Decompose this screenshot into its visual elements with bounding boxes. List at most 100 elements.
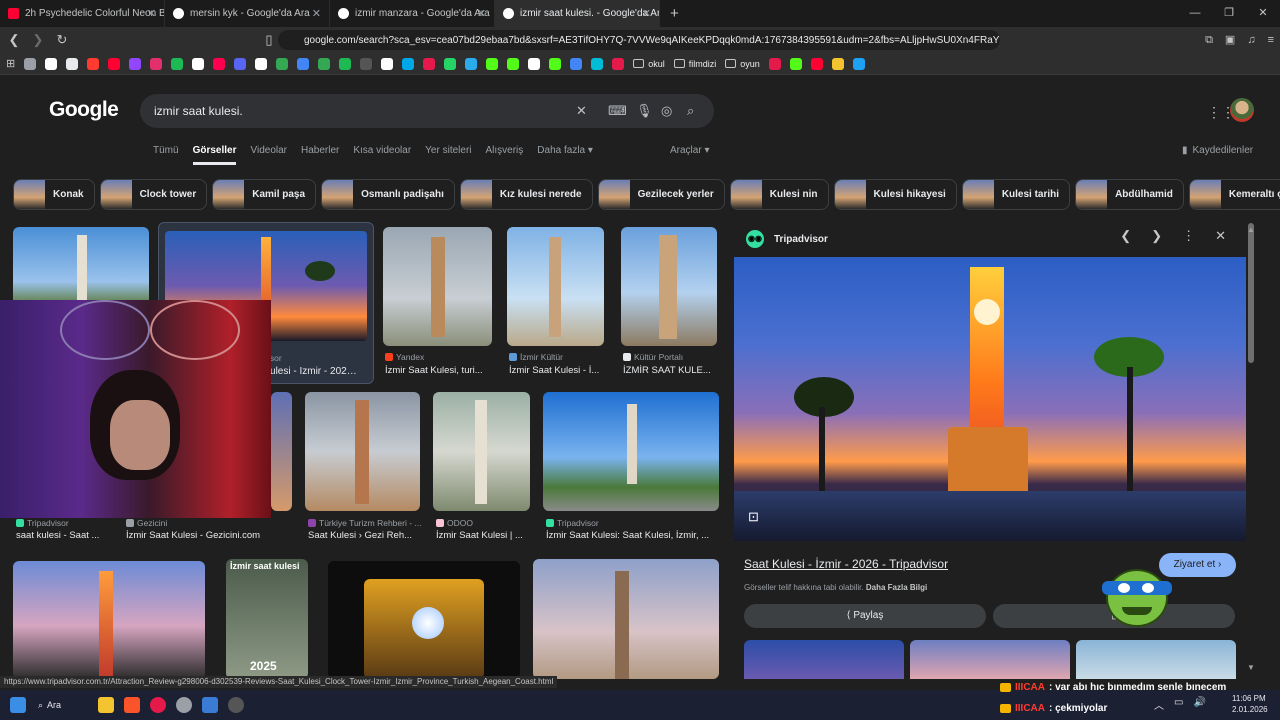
app-icon[interactable] xyxy=(202,697,218,713)
result-image[interactable] xyxy=(621,227,717,346)
bookmark-icon[interactable] xyxy=(789,57,802,70)
bookmark-icon[interactable] xyxy=(255,57,268,70)
search-tab[interactable]: Haberler xyxy=(301,145,339,165)
windows-start-icon[interactable] xyxy=(10,697,26,713)
bookmark-icon[interactable] xyxy=(486,57,499,70)
preview-image[interactable]: ⊡ xyxy=(734,257,1246,541)
bookmark-icon[interactable] xyxy=(831,57,844,70)
search-icon[interactable]: ⌕ xyxy=(687,94,694,128)
media-icon[interactable]: ♫ xyxy=(1247,27,1255,53)
tools-button[interactable]: Araçlar ▾ xyxy=(670,145,709,156)
bookmark-icon[interactable] xyxy=(549,57,562,70)
browser-tab[interactable]: mersin kyk - Google'da Ara ✕ xyxy=(165,0,330,27)
related-image[interactable] xyxy=(744,640,904,679)
bookmark-icon[interactable] xyxy=(465,57,478,70)
result-image[interactable] xyxy=(305,392,420,511)
close-icon[interactable]: ✕ xyxy=(1215,228,1226,244)
search-box[interactable]: izmir saat kulesi. ✕ ⌨ 🎙 ◎ ⌕ xyxy=(140,94,714,128)
refinement-chip[interactable]: Osmanlı padişahı xyxy=(321,179,455,210)
sidebar-icon[interactable]: ▣ xyxy=(1225,27,1235,53)
related-image[interactable] xyxy=(910,640,1070,679)
media-player-icon[interactable] xyxy=(150,697,166,713)
file-explorer-icon[interactable] xyxy=(98,697,114,713)
refinement-chip[interactable]: Kulesi tarihi xyxy=(961,179,1071,210)
bookmark-icon[interactable] xyxy=(528,57,541,70)
bookmark-icon[interactable] xyxy=(24,57,37,70)
result-image[interactable] xyxy=(507,227,604,346)
bookmark-icon[interactable] xyxy=(852,57,865,70)
result-image[interactable] xyxy=(383,227,492,346)
close-tab-icon[interactable]: ✕ xyxy=(642,7,651,20)
avatar[interactable] xyxy=(1230,98,1254,122)
maximize-icon[interactable]: ❐ xyxy=(1212,0,1246,27)
minimize-icon[interactable]: — xyxy=(1178,0,1212,27)
close-tab-icon[interactable]: ✕ xyxy=(477,7,486,20)
bookmark-icon[interactable] xyxy=(108,57,121,70)
result-image[interactable]: İzmir saat kulesi 2025 xyxy=(226,559,308,679)
chevron-up-icon[interactable]: ︿ xyxy=(1154,697,1164,712)
clear-icon[interactable]: ✕ xyxy=(576,94,587,128)
browser-tab-active[interactable]: izmir saat kulesi. - Google'da Ara ✕ xyxy=(495,0,660,27)
bookmark-icon[interactable]: ▯ xyxy=(259,32,279,48)
result-image[interactable] xyxy=(533,559,719,679)
result-image[interactable] xyxy=(13,561,205,679)
mic-icon[interactable]: 🎙 xyxy=(636,94,653,128)
volume-icon[interactable]: 🔊 xyxy=(1193,697,1205,712)
refinement-chip[interactable]: Kulesi hikayesi xyxy=(833,179,957,210)
close-tab-icon[interactable]: ✕ xyxy=(312,7,321,20)
result-image[interactable] xyxy=(328,561,520,679)
bookmark-icon[interactable] xyxy=(381,57,394,70)
result-image[interactable] xyxy=(433,392,530,511)
bookmark-icon[interactable] xyxy=(66,57,79,70)
bookmark-folder[interactable]: okul xyxy=(633,59,665,69)
search-tab[interactable]: Görseller xyxy=(192,145,237,165)
bookmark-folder[interactable]: oyun xyxy=(725,59,760,69)
lens-icon[interactable]: ◎ xyxy=(661,94,672,128)
bookmark-icon[interactable] xyxy=(423,57,436,70)
bookmark-icon[interactable] xyxy=(507,57,520,70)
close-tab-icon[interactable]: ✕ xyxy=(147,7,156,20)
back-icon[interactable]: ❮ xyxy=(4,32,24,48)
bookmark-icon[interactable] xyxy=(570,57,583,70)
refinement-chip[interactable]: Kulesi nin xyxy=(729,179,829,210)
browser-tab[interactable]: 2h Psychedelic Colorful Neon Backgr✕ xyxy=(0,0,165,27)
forward-icon[interactable]: ❯ xyxy=(28,32,48,48)
keyboard-icon[interactable]: ⌨ xyxy=(608,94,627,128)
bookmark-icon[interactable] xyxy=(444,57,457,70)
bookmark-icon[interactable] xyxy=(171,57,184,70)
scroll-up-icon[interactable]: ▲ xyxy=(1247,225,1255,234)
saved-button[interactable]: ▮ Kaydedilenler xyxy=(1182,145,1253,156)
bookmark-icon[interactable] xyxy=(213,57,226,70)
bookmark-icon[interactable] xyxy=(45,57,58,70)
obs-icon[interactable] xyxy=(228,697,244,713)
share-button[interactable]: ⟨ Paylaş xyxy=(744,604,986,628)
new-tab-button[interactable]: + xyxy=(670,5,679,22)
result-image[interactable] xyxy=(543,392,719,511)
bookmark-icon[interactable] xyxy=(297,57,310,70)
search-tab[interactable]: Tümü xyxy=(153,145,179,165)
search-tab[interactable]: Daha fazla ▾ xyxy=(537,145,593,165)
bookmark-icon[interactable] xyxy=(129,57,142,70)
brave-icon[interactable] xyxy=(124,697,140,713)
taskbar-search[interactable]: ⌕ Ara xyxy=(38,700,88,711)
bookmark-icon[interactable] xyxy=(318,57,331,70)
lens-icon[interactable]: ⊡ xyxy=(748,509,759,525)
bookmark-icon[interactable] xyxy=(339,57,352,70)
next-icon[interactable]: ❯ xyxy=(1151,228,1162,244)
bookmark-icon[interactable] xyxy=(810,57,823,70)
bookmark-icon[interactable] xyxy=(612,57,625,70)
preview-title-link[interactable]: Saat Kulesi - İzmir - 2026 - Tripadvisor xyxy=(744,557,948,571)
more-options-icon[interactable]: ⋮ xyxy=(1182,228,1195,244)
reload-icon[interactable]: ↻ xyxy=(52,32,72,48)
bookmark-icon[interactable] xyxy=(591,57,604,70)
bookmark-icon[interactable] xyxy=(234,57,247,70)
related-image[interactable] xyxy=(1076,640,1236,679)
previous-icon[interactable]: ❮ xyxy=(1120,228,1131,244)
network-icon[interactable]: ▭ xyxy=(1174,697,1183,712)
search-tab[interactable]: Videolar xyxy=(250,145,287,165)
search-tab[interactable]: Kısa videolar xyxy=(353,145,411,165)
search-tab[interactable]: Yer siteleri xyxy=(425,145,471,165)
refinement-chip[interactable]: Clock tower xyxy=(99,179,208,210)
apps-icon[interactable]: ⊞ xyxy=(6,57,15,70)
search-tab[interactable]: Alışveriş xyxy=(486,145,524,165)
